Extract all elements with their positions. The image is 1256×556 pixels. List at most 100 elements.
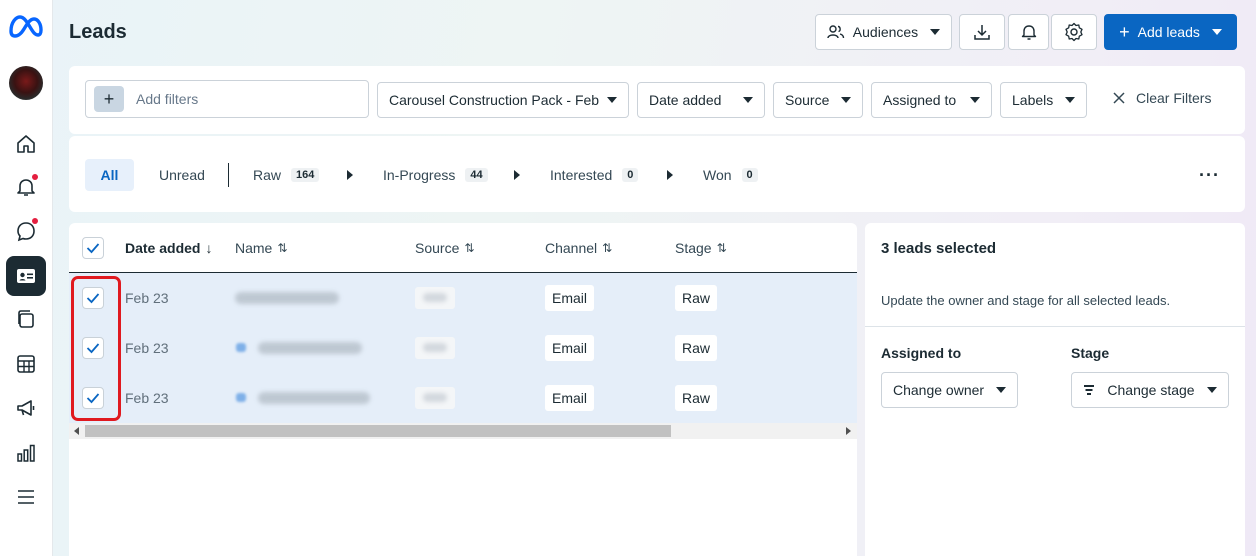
chat-bubble-icon[interactable] (6, 211, 46, 251)
date-added-dropdown[interactable]: Date added (637, 82, 765, 118)
checkmark-icon (86, 243, 100, 254)
stage-tabs-bar (69, 136, 1245, 212)
table-row[interactable] (69, 273, 857, 323)
table-row[interactable] (69, 323, 857, 373)
sort-icon: ⇅ (602, 241, 613, 255)
tab-label: Raw (253, 167, 282, 183)
tab-label: Unread (159, 167, 205, 183)
column-label: Name (235, 240, 273, 256)
source-label: Source (785, 92, 830, 108)
tab-count: 164 (291, 168, 320, 182)
sort-down-arrow-icon: ↓ (205, 240, 213, 256)
add-leads-button[interactable]: + Add leads (1104, 14, 1237, 50)
change-stage-label: Change stage (1107, 382, 1195, 398)
left-nav-rail (0, 0, 53, 556)
assigned-to-dropdown[interactable]: Assigned to (871, 82, 992, 118)
panel-description: Update the owner and stage for all selec… (881, 293, 1171, 308)
chevron-right-icon (667, 170, 673, 180)
redacted-icon (236, 393, 246, 402)
redacted-source (415, 337, 455, 359)
assigned-to-label: Assigned to (883, 92, 957, 108)
date-added-label: Date added (649, 92, 722, 108)
column-label: Date added (125, 240, 201, 256)
sort-icon: ⇅ (277, 241, 288, 255)
column-label: Channel (545, 240, 598, 256)
bar-chart-icon[interactable] (6, 433, 46, 473)
more-options-icon[interactable]: ··· (1199, 165, 1220, 186)
column-name[interactable]: Name ⇅ (235, 240, 287, 256)
notification-badge (32, 174, 38, 180)
tab-unread[interactable]: Unread (159, 159, 205, 191)
chevron-right-icon (514, 170, 520, 180)
add-filters-field[interactable]: + (85, 80, 369, 118)
tab-label: Won (703, 167, 732, 183)
column-source[interactable]: Source ⇅ (415, 240, 474, 256)
chevron-down-icon (743, 97, 753, 103)
column-label: Stage (675, 240, 712, 256)
tab-in-progress[interactable]: In-Progress 44 (383, 159, 488, 191)
checkbox-highlight-annotation (71, 276, 121, 421)
notification-badge (32, 218, 38, 224)
tab-interested[interactable]: Interested 0 (550, 159, 639, 191)
megaphone-icon[interactable] (6, 388, 46, 428)
tab-all[interactable]: All (85, 159, 134, 191)
add-leads-label: Add leads (1137, 24, 1200, 40)
column-label: Source (415, 240, 460, 256)
chevron-down-icon (970, 97, 980, 103)
contact-card-icon[interactable] (6, 256, 46, 296)
clear-filters-button[interactable]: Clear Filters (1112, 90, 1211, 106)
change-owner-dropdown[interactable]: Change owner (881, 372, 1018, 408)
source-dropdown[interactable]: Source (773, 82, 863, 118)
row-date: Feb 23 (125, 290, 169, 306)
tab-label: All (100, 167, 119, 183)
channel-pill: Email (545, 385, 595, 411)
chevron-down-icon (1211, 29, 1222, 35)
audiences-button[interactable]: Audiences (815, 14, 952, 50)
column-channel[interactable]: Channel ⇅ (545, 240, 612, 256)
tab-count: 44 (465, 168, 488, 182)
download-button[interactable] (959, 14, 1005, 50)
home-icon[interactable] (6, 124, 46, 164)
panel-divider (865, 326, 1245, 327)
row-date: Feb 23 (125, 390, 169, 406)
bell-icon[interactable] (6, 167, 46, 207)
people-icon (827, 25, 844, 39)
scrollbar-thumb[interactable] (85, 425, 671, 437)
column-date-added[interactable]: Date added ↓ (125, 240, 212, 256)
pages-icon[interactable] (6, 299, 46, 339)
chevron-down-icon (607, 97, 617, 103)
scroll-right-arrow-icon[interactable] (846, 427, 851, 435)
redacted-name (258, 342, 362, 354)
horizontal-scrollbar[interactable] (69, 423, 857, 439)
page-title: Leads (69, 21, 127, 43)
download-icon (974, 25, 990, 40)
chevron-down-icon (1065, 97, 1075, 103)
change-stage-dropdown[interactable]: Change stage (1071, 372, 1229, 408)
table-row[interactable] (69, 373, 857, 423)
stage-pill: Raw (675, 285, 718, 311)
add-filters-input[interactable] (136, 89, 356, 109)
tab-raw[interactable]: Raw 164 (253, 159, 320, 191)
table-icon[interactable] (6, 344, 46, 384)
assigned-to-heading: Assigned to (881, 345, 962, 361)
redacted-source (415, 387, 455, 409)
redacted-icon (236, 343, 246, 352)
labels-label: Labels (1012, 92, 1054, 108)
plus-icon[interactable]: + (94, 86, 124, 112)
labels-dropdown[interactable]: Labels (1000, 82, 1087, 118)
tab-won[interactable]: Won 0 (703, 159, 758, 191)
close-icon (1113, 92, 1125, 104)
notifications-button[interactable] (1008, 14, 1049, 50)
tab-label: In-Progress (383, 167, 456, 183)
meta-logo-icon[interactable] (8, 14, 44, 41)
menu-icon[interactable] (6, 477, 46, 517)
select-all-checkbox[interactable] (82, 237, 104, 259)
settings-button[interactable] (1051, 14, 1097, 50)
scroll-left-arrow-icon[interactable] (74, 427, 79, 435)
channel-pill: Email (545, 335, 595, 361)
redacted-name (258, 392, 370, 404)
avatar[interactable] (9, 66, 43, 100)
chevron-down-icon (996, 387, 1006, 393)
form-select-dropdown[interactable]: Carousel Construction Pack - Feb (377, 82, 629, 118)
column-stage[interactable]: Stage ⇅ (675, 240, 727, 256)
